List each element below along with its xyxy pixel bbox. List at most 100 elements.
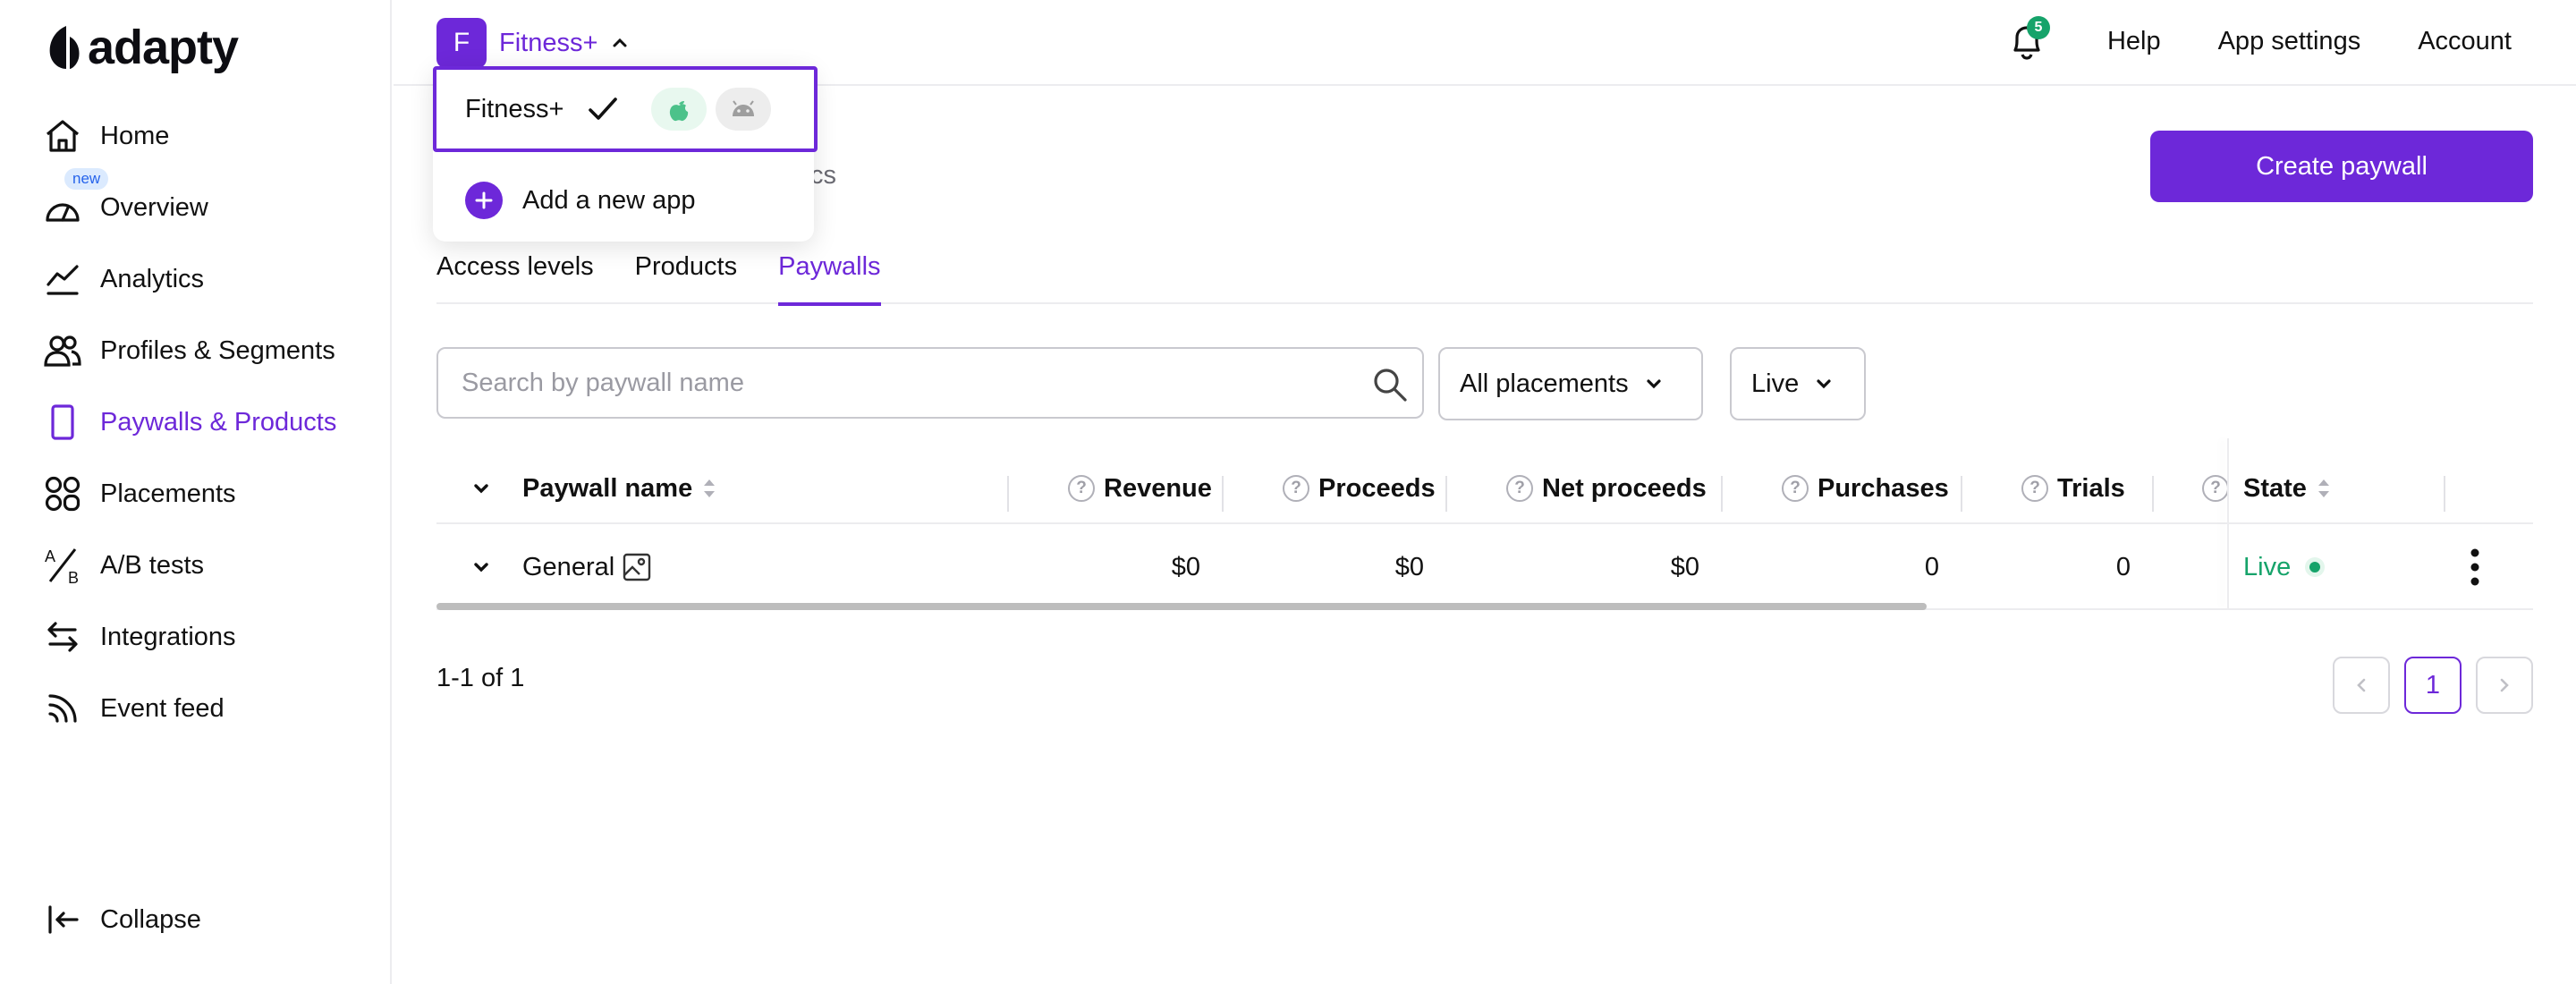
notifications-count-badge: 5	[2026, 16, 2050, 39]
tab-bar: Access levels Products Paywalls	[436, 252, 2533, 306]
chevron-left-icon	[2357, 678, 2366, 692]
sidebar-item-label: Home	[100, 121, 170, 150]
check-icon	[589, 98, 618, 120]
placements-select-value: All placements	[1460, 369, 1629, 398]
feed-icon	[39, 685, 86, 732]
phone-icon	[39, 399, 86, 445]
help-circle-icon[interactable]: ?	[1506, 475, 1533, 502]
paywall-name: General	[522, 552, 615, 581]
net-proceeds-cell: $0	[1670, 552, 1699, 581]
sidebar-item-label: Overview	[100, 192, 208, 222]
apple-icon	[651, 88, 708, 131]
trials-cell: 0	[2115, 552, 2131, 581]
tab-paywalls[interactable]: Paywalls	[778, 252, 882, 306]
sort-icon[interactable]	[2316, 475, 2332, 502]
column-header-label: Revenue	[1104, 473, 1212, 503]
notifications-button[interactable]: 5	[2004, 16, 2050, 66]
tab-products[interactable]: Products	[635, 252, 737, 304]
chevron-down-icon	[474, 484, 488, 494]
add-app-button[interactable]: Add a new app	[433, 172, 695, 229]
help-circle-icon[interactable]: ?	[2202, 475, 2229, 502]
chevron-down-icon	[1817, 379, 1831, 389]
app-name: Fitness+	[499, 28, 598, 57]
state-value: Live	[2243, 552, 2292, 581]
column-header-proceeds: ? Proceeds	[1283, 454, 1436, 522]
tab-access-levels[interactable]: Access levels	[436, 252, 594, 304]
sidebar-item-label: Analytics	[100, 264, 205, 293]
column-divider	[1961, 476, 1962, 512]
app-switcher[interactable]: F Fitness+	[436, 18, 630, 68]
sidebar-item-paywalls-products[interactable]: Paywalls & Products	[39, 395, 336, 449]
account-link[interactable]: Account	[2418, 27, 2512, 56]
status-select-value: Live	[1751, 369, 1800, 398]
brand-logo[interactable]: adapty	[47, 20, 239, 75]
sort-icon[interactable]	[701, 475, 717, 502]
prev-page-button[interactable]	[2333, 657, 2390, 714]
brand-name: adapty	[88, 21, 239, 74]
table-header: Paywall name ? Revenue ? Proceeds ? Net …	[436, 454, 2533, 524]
column-header-paywall-name[interactable]: Paywall name	[522, 454, 717, 522]
plus-icon	[465, 182, 503, 219]
sidebar-item-overview[interactable]: new Overview	[39, 168, 208, 234]
column-divider	[2152, 476, 2154, 512]
help-circle-icon[interactable]: ?	[2021, 475, 2048, 502]
more-vertical-icon	[2470, 548, 2479, 586]
collapse-label: Collapse	[100, 904, 201, 934]
ab-test-icon: AB	[39, 542, 86, 589]
sidebar-item-profiles-segments[interactable]: Profiles & Segments	[39, 324, 335, 377]
status-select[interactable]: Live	[1730, 347, 1866, 420]
help-circle-icon[interactable]: ?	[1068, 475, 1095, 502]
row-actions-button[interactable]	[2469, 526, 2481, 608]
page-number-button[interactable]: 1	[2404, 657, 2462, 714]
sidebar-item-ab-tests[interactable]: AB A/B tests	[39, 539, 204, 592]
chevron-down-icon	[1646, 379, 1661, 389]
search-icon[interactable]	[1370, 365, 1410, 404]
help-circle-icon[interactable]: ?	[1782, 475, 1809, 502]
next-page-button[interactable]	[2476, 657, 2533, 714]
chevron-up-icon	[613, 38, 627, 47]
expand-all-toggle[interactable]	[470, 454, 492, 522]
create-paywall-button[interactable]: Create paywall	[2150, 131, 2533, 202]
column-divider	[1007, 476, 1009, 512]
app-settings-link[interactable]: App settings	[2218, 27, 2361, 56]
placements-select[interactable]: All placements	[1438, 347, 1703, 420]
purchases-cell: 0	[1924, 552, 1939, 581]
app-option-selected[interactable]: Fitness+	[433, 66, 818, 152]
paywall-name-cell[interactable]: General	[522, 526, 652, 608]
state-column-divider	[2227, 438, 2229, 608]
sidebar-item-event-feed[interactable]: Event feed	[39, 682, 225, 735]
table-row[interactable]: General $0 $0 $0 0 0 Live	[436, 526, 2533, 608]
sidebar-item-label: Paywalls & Products	[100, 407, 337, 437]
row-expand-toggle[interactable]	[470, 526, 492, 608]
column-header-state[interactable]: State	[2243, 454, 2467, 522]
column-header-label: Net proceeds	[1542, 473, 1707, 503]
sidebar-item-label: Event feed	[100, 693, 225, 723]
chart-line-icon	[39, 256, 86, 302]
help-circle-icon[interactable]: ?	[1283, 475, 1309, 502]
column-header-label: State	[2243, 473, 2307, 503]
svg-text:A: A	[45, 547, 55, 565]
column-header-label: Trials	[2057, 473, 2125, 503]
arrows-swap-icon	[39, 614, 86, 660]
new-badge: new	[64, 168, 109, 190]
home-icon	[39, 113, 86, 159]
sidebar-item-placements[interactable]: Placements	[39, 467, 236, 521]
app-option-name: Fitness+	[465, 94, 564, 123]
help-link[interactable]: Help	[2107, 27, 2161, 56]
sidebar-collapse-button[interactable]: Collapse	[39, 893, 201, 946]
sidebar-item-integrations[interactable]: Integrations	[39, 610, 236, 664]
users-icon	[39, 327, 86, 374]
column-header-label: Paywall name	[522, 473, 693, 503]
column-header-label: Purchases	[1818, 473, 1949, 503]
state-cell: Live	[2243, 526, 2326, 608]
svg-text:B: B	[68, 569, 79, 585]
horizontal-scrollbar[interactable]	[436, 603, 1927, 610]
search-input[interactable]	[462, 368, 1356, 398]
gauge-icon	[39, 184, 86, 231]
sidebar-item-label: Placements	[100, 479, 236, 508]
chevron-down-icon	[474, 563, 488, 573]
sidebar-item-home[interactable]: Home	[39, 109, 169, 163]
sidebar-item-label: Integrations	[100, 622, 236, 651]
sidebar-item-analytics[interactable]: Analytics	[39, 252, 204, 306]
search-box	[436, 347, 1424, 419]
